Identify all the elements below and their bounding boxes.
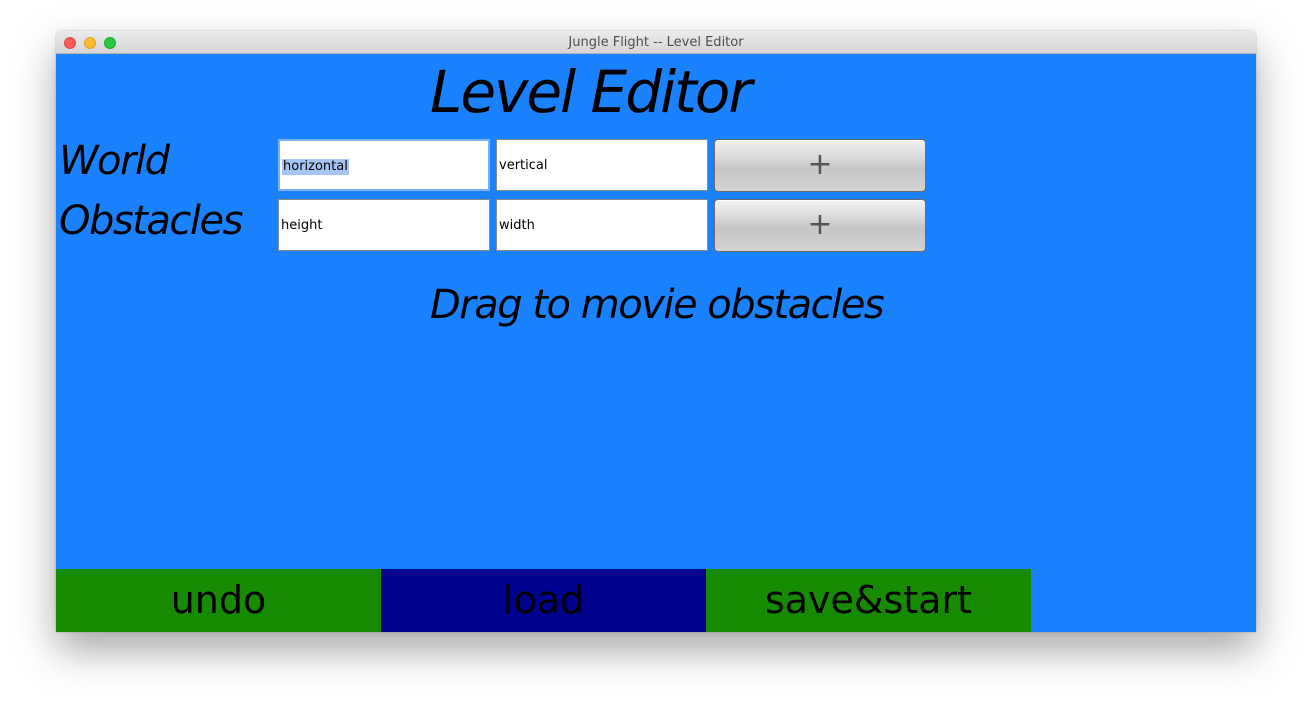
save-start-button[interactable]: save&start xyxy=(706,569,1031,632)
load-button[interactable]: load xyxy=(381,569,706,632)
drag-hint: Drag to movie obstacles xyxy=(430,282,885,328)
window-title: Jungle Flight -- Level Editor xyxy=(568,35,744,50)
world-label: World xyxy=(59,138,170,184)
obstacles-label: Obstacles xyxy=(59,198,243,244)
world-vertical-field[interactable] xyxy=(496,139,708,191)
obstacle-height-field[interactable] xyxy=(278,199,490,251)
world-horizontal-value: horizontal xyxy=(282,159,349,175)
undo-button[interactable]: undo xyxy=(56,569,381,632)
add-obstacle-button[interactable]: + xyxy=(714,199,926,252)
world-horizontal-field[interactable]: horizontal xyxy=(278,139,490,191)
app-window: Jungle Flight -- Level Editor Level Edit… xyxy=(56,31,1256,632)
obstacle-width-field[interactable] xyxy=(496,199,708,251)
editor-canvas[interactable]: Level Editor World horizontal + Obstacle… xyxy=(56,54,1256,632)
page-title: Level Editor xyxy=(430,58,752,126)
add-world-button[interactable]: + xyxy=(714,139,926,192)
title-bar[interactable]: Jungle Flight -- Level Editor xyxy=(56,31,1256,54)
